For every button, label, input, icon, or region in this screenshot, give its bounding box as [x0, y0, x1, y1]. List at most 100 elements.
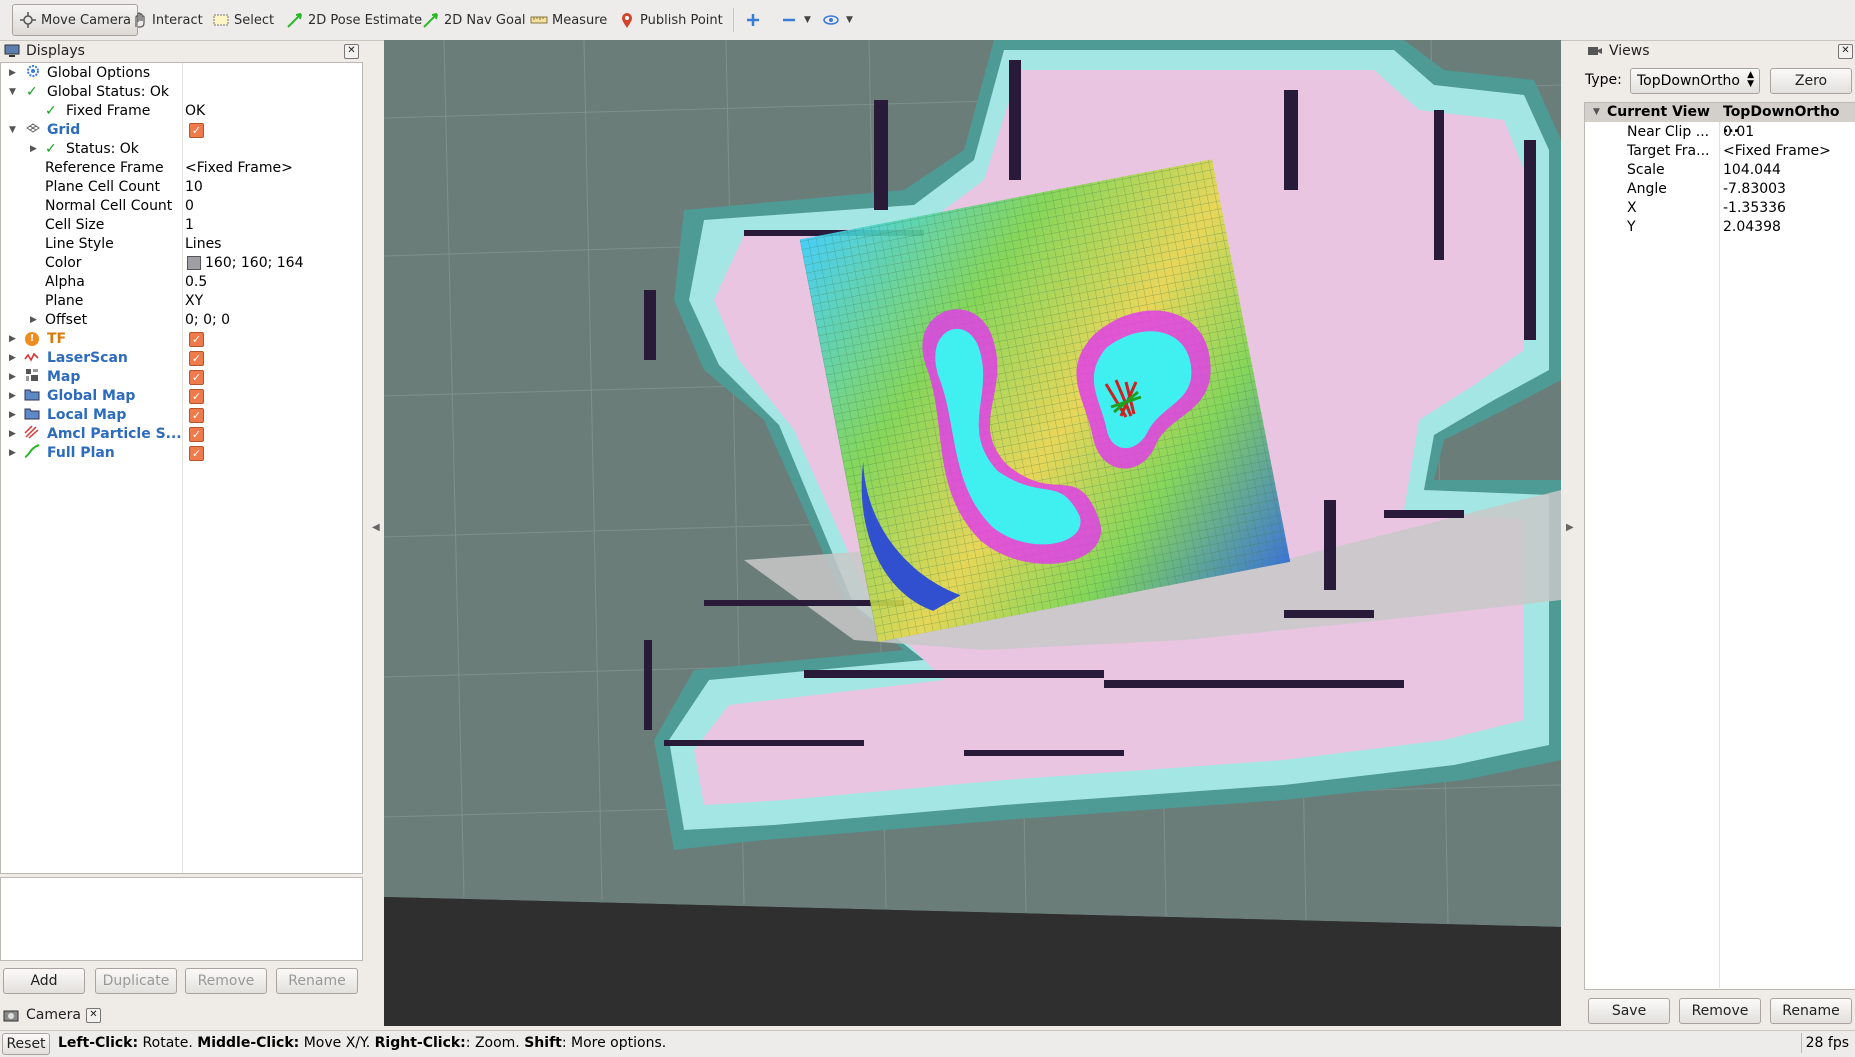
tree-row-amcl-particle-swarm[interactable]: ▶ Amcl Particle S... ✓: [1, 424, 362, 443]
status-hint: Left-Click: Rotate. Middle-Click: Move X…: [58, 1035, 667, 1051]
local-map-enabled-checkbox[interactable]: ✓: [189, 408, 204, 423]
tf-enabled-checkbox[interactable]: ✓: [189, 332, 204, 347]
expand-arrow-icon[interactable]: ▶: [9, 448, 16, 458]
displays-panel-header: Displays ✕: [0, 40, 361, 62]
view-prop-near-clip[interactable]: Near Clip ... 0.01: [1585, 122, 1855, 141]
expand-arrow-icon[interactable]: ▶: [30, 144, 37, 154]
move-camera-button[interactable]: Move Camera: [12, 4, 139, 36]
expand-arrow-icon[interactable]: ▶: [9, 353, 16, 363]
collapse-arrow-icon[interactable]: ▼: [1593, 107, 1600, 117]
view-prop-x[interactable]: X -1.35336: [1585, 198, 1855, 217]
view-prop-scale[interactable]: Scale 104.044: [1585, 160, 1855, 179]
zero-button[interactable]: Zero: [1770, 68, 1852, 94]
grid-enabled-checkbox[interactable]: ✓: [189, 123, 204, 138]
select-button[interactable]: Select: [212, 6, 274, 34]
reset-button[interactable]: Reset: [2, 1033, 50, 1055]
close-icon[interactable]: ✕: [344, 44, 359, 59]
global-map-enabled-checkbox[interactable]: ✓: [189, 389, 204, 404]
rename-display-button[interactable]: Rename: [276, 968, 358, 994]
views-panel-header: Views ✕: [1583, 40, 1855, 62]
displays-tree: ▶ Global Options ▼ ✓ Global Status: Ok ✓…: [0, 62, 363, 874]
add-button[interactable]: Add: [3, 968, 85, 994]
current-view-header-row[interactable]: ▼ Current View TopDownOrtho ...: [1585, 103, 1855, 136]
chevron-down-icon: ▼: [804, 15, 811, 25]
view-prop-target-frame[interactable]: Target Fra... <Fixed Frame>: [1585, 141, 1855, 160]
move-camera-icon: [19, 11, 37, 29]
expand-arrow-icon[interactable]: ▶: [9, 334, 16, 344]
3d-viewport[interactable]: [384, 40, 1561, 1026]
2d-pose-estimate-button[interactable]: 2D Pose Estimate: [286, 6, 422, 34]
tree-row-line-style[interactable]: Line Style Lines: [1, 234, 362, 253]
tree-row-alpha[interactable]: Alpha 0.5: [1, 272, 362, 291]
nav-goal-arrow-icon: [422, 11, 440, 29]
toolbar-separator: [733, 8, 734, 32]
tree-row-offset[interactable]: ▶ Offset 0; 0; 0: [1, 310, 362, 329]
tree-row-tf[interactable]: ▶ ! TF ✓: [1, 329, 362, 348]
expand-arrow-icon[interactable]: ▶: [30, 315, 37, 325]
tree-row-cell-size[interactable]: Cell Size 1: [1, 215, 362, 234]
remove-display-button[interactable]: Remove: [185, 968, 267, 994]
measure-button[interactable]: Measure: [530, 6, 607, 34]
save-view-button[interactable]: Save: [1588, 998, 1670, 1024]
expand-arrow-icon[interactable]: ▶: [9, 391, 16, 401]
publish-point-button[interactable]: Publish Point: [618, 6, 723, 34]
expand-arrow-icon[interactable]: ▶: [9, 68, 16, 78]
description-box: [0, 877, 363, 961]
expand-arrow-icon[interactable]: ▶: [9, 410, 16, 420]
pose-arrow-icon: [286, 11, 304, 29]
gear-icon: [26, 64, 40, 82]
duplicate-button[interactable]: Duplicate: [95, 968, 177, 994]
tree-row-laserscan[interactable]: ▶ LaserScan ✓: [1, 348, 362, 367]
monitor-icon: [4, 44, 20, 58]
minus-icon: [780, 11, 798, 29]
tree-row-normal-cell-count[interactable]: Normal Cell Count 0: [1, 196, 362, 215]
close-icon[interactable]: ✕: [1838, 44, 1853, 59]
map-pin-icon: [618, 11, 636, 29]
view-prop-angle[interactable]: Angle -7.83003: [1585, 179, 1855, 198]
expand-arrow-icon[interactable]: ▶: [9, 429, 16, 439]
views-tree: ▼ Current View TopDownOrtho ... Near Cli…: [1584, 102, 1855, 990]
tree-row-local-map[interactable]: ▶ Local Map ✓: [1, 405, 362, 424]
camera-icon: [3, 1008, 19, 1022]
collapse-arrow-icon[interactable]: ▼: [9, 87, 16, 97]
video-camera-icon: [1587, 44, 1603, 58]
view-prop-y[interactable]: Y 2.04398: [1585, 217, 1855, 236]
tree-row-reference-frame[interactable]: Reference Frame <Fixed Frame>: [1, 158, 362, 177]
interact-button[interactable]: Interact: [130, 6, 203, 34]
tree-row-global-map[interactable]: ▶ Global Map ✓: [1, 386, 362, 405]
map-enabled-checkbox[interactable]: ✓: [189, 370, 204, 385]
fps-counter: 28 fps: [1800, 1033, 1853, 1053]
hand-icon: [130, 11, 148, 29]
left-splitter-handle[interactable]: ◀: [372, 522, 380, 533]
check-icon: ✓: [45, 140, 57, 157]
rename-view-button[interactable]: Rename: [1770, 998, 1852, 1024]
collapse-arrow-icon[interactable]: ▼: [9, 125, 16, 135]
tree-row-color[interactable]: Color 160; 160; 164: [1, 253, 362, 272]
remove-view-button[interactable]: Remove: [1679, 998, 1761, 1024]
amcl-enabled-checkbox[interactable]: ✓: [189, 427, 204, 442]
expand-arrow-icon[interactable]: ▶: [9, 372, 16, 382]
2d-nav-goal-button[interactable]: 2D Nav Goal: [422, 6, 526, 34]
tree-row-grid[interactable]: ▼ Grid ✓: [1, 120, 362, 139]
eye-icon: [822, 11, 840, 29]
main-toolbar: Move Camera Interact Select 2D Pose Esti…: [0, 0, 1855, 41]
close-icon[interactable]: ✕: [86, 1008, 101, 1023]
remove-tool-button[interactable]: ▼: [780, 6, 811, 34]
laserscan-enabled-checkbox[interactable]: ✓: [189, 351, 204, 366]
color-swatch[interactable]: [187, 256, 201, 270]
tree-row-map[interactable]: ▶ Map ✓: [1, 367, 362, 386]
view-tool-button[interactable]: ▼: [822, 6, 853, 34]
check-icon: ✓: [45, 102, 57, 119]
view-type-select[interactable]: TopDownOrtho ▲ ▼: [1630, 68, 1760, 94]
map-icon: [25, 368, 39, 386]
map-rendering: [384, 40, 1561, 1026]
right-splitter-handle[interactable]: ▶: [1566, 522, 1574, 533]
tree-row-plane-cell-count[interactable]: Plane Cell Count 10: [1, 177, 362, 196]
status-bar: Reset Left-Click: Rotate. Middle-Click: …: [0, 1030, 1855, 1057]
add-tool-button[interactable]: [744, 6, 766, 34]
displays-title: Displays: [26, 43, 85, 59]
tree-row-fixed-frame[interactable]: ✓ Fixed Frame OK: [1, 101, 362, 120]
tree-row-plane[interactable]: Plane XY: [1, 291, 362, 310]
tree-row-full-plan[interactable]: ▶ Full Plan ✓: [1, 443, 362, 462]
full-plan-enabled-checkbox[interactable]: ✓: [189, 446, 204, 461]
